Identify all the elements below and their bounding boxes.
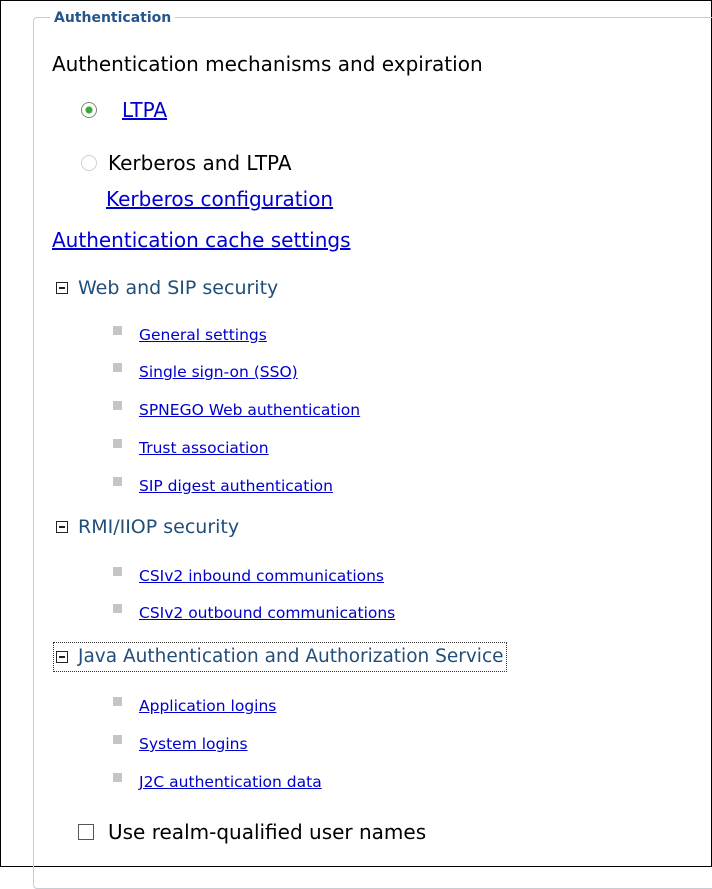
realm-qualified-label: Use realm-qualified user names	[108, 820, 427, 844]
spnego-web-authentication-link[interactable]: SPNEGO Web authentication	[139, 400, 360, 420]
csiv2-inbound-link[interactable]: CSIv2 inbound communications	[139, 566, 384, 586]
single-sign-on-link[interactable]: Single sign-on (SSO)	[139, 362, 298, 382]
sip-digest-authentication-link[interactable]: SIP digest authentication	[139, 476, 333, 496]
ltpa-radio[interactable]	[81, 102, 97, 118]
list-item: CSIv2 outbound communications	[113, 603, 395, 623]
rmi-iiop-security-title: RMI/IIOP security	[78, 516, 240, 538]
trust-association-link[interactable]: Trust association	[139, 438, 269, 458]
square-bullet-icon	[113, 603, 122, 613]
realm-qualified-option[interactable]: Use realm-qualified user names	[78, 820, 426, 844]
authentication-cache-settings-link[interactable]: Authentication cache settings	[52, 228, 351, 252]
jaas-title: Java Authentication and Authorization Se…	[78, 646, 504, 667]
list-item: Trust association	[113, 438, 269, 458]
square-bullet-icon	[113, 696, 122, 706]
web-sip-security-title: Web and SIP security	[78, 277, 279, 299]
ltpa-option[interactable]: LTPA	[81, 98, 167, 122]
square-bullet-icon	[113, 566, 122, 576]
list-item: SPNEGO Web authentication	[113, 400, 360, 420]
system-logins-link[interactable]: System logins	[139, 734, 248, 754]
square-bullet-icon	[113, 476, 122, 486]
square-bullet-icon	[113, 400, 122, 410]
square-bullet-icon	[113, 438, 122, 448]
kerberos-option[interactable]: Kerberos and LTPA	[81, 151, 292, 175]
list-item: Single sign-on (SSO)	[113, 362, 298, 382]
list-item: General settings	[113, 325, 267, 345]
ltpa-link[interactable]: LTPA	[122, 98, 167, 122]
square-bullet-icon	[113, 362, 122, 372]
j2c-authentication-data-link[interactable]: J2C authentication data	[139, 772, 322, 792]
kerberos-configuration-link[interactable]: Kerberos configuration	[106, 187, 333, 211]
kerberos-label: Kerberos and LTPA	[108, 151, 292, 175]
collapse-minus-icon[interactable]	[56, 282, 68, 294]
list-item: CSIv2 inbound communications	[113, 566, 384, 586]
rmi-iiop-security-section: RMI/IIOP security	[56, 515, 239, 539]
web-sip-security-section: Web and SIP security	[56, 276, 278, 300]
list-item: System logins	[113, 734, 248, 754]
kerberos-radio[interactable]	[81, 155, 97, 171]
fieldset-legend: Authentication	[50, 10, 176, 26]
square-bullet-icon	[113, 734, 122, 744]
application-logins-link[interactable]: Application logins	[139, 696, 276, 716]
jaas-section: Java Authentication and Authorization Se…	[53, 642, 507, 672]
square-bullet-icon	[113, 325, 122, 335]
mechanisms-heading: Authentication mechanisms and expiration	[52, 52, 483, 76]
collapse-minus-icon[interactable]	[56, 521, 68, 533]
csiv2-outbound-link[interactable]: CSIv2 outbound communications	[139, 603, 395, 623]
list-item: J2C authentication data	[113, 772, 322, 792]
list-item: SIP digest authentication	[113, 476, 333, 496]
collapse-minus-icon[interactable]	[56, 651, 68, 663]
list-item: Application logins	[113, 696, 276, 716]
square-bullet-icon	[113, 772, 122, 782]
general-settings-link[interactable]: General settings	[139, 325, 267, 345]
realm-qualified-checkbox[interactable]	[78, 824, 94, 840]
